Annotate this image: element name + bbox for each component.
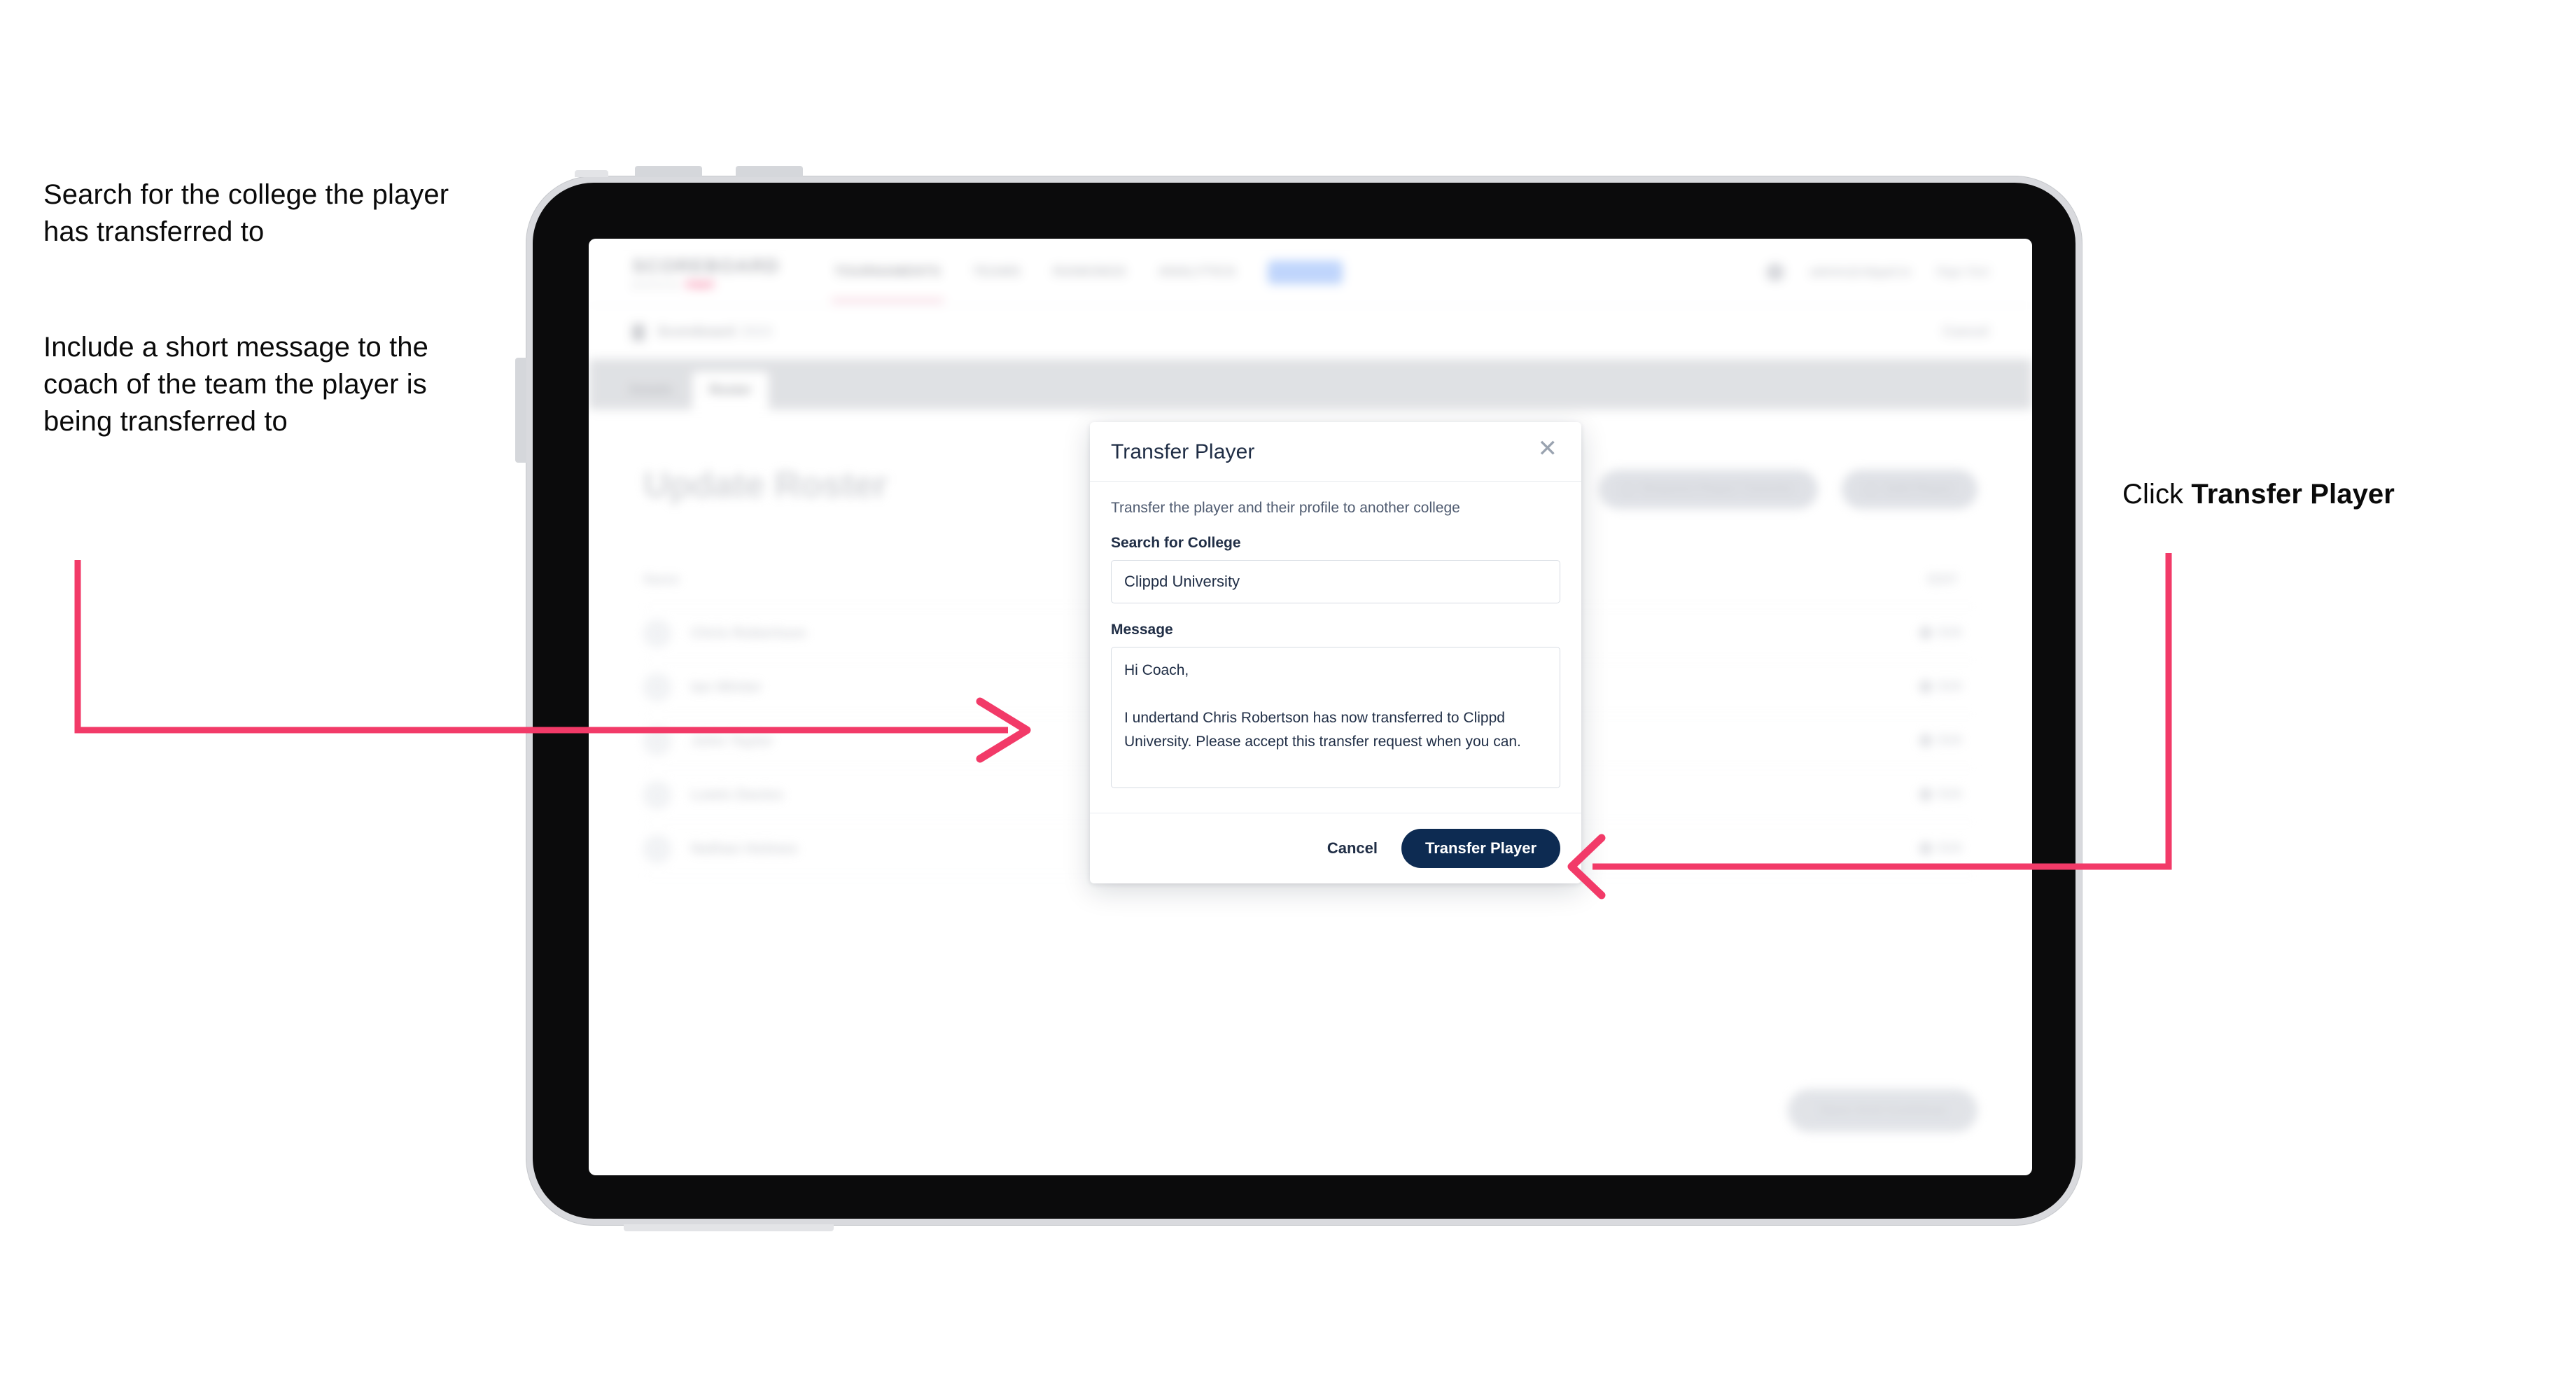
dialog-title: Transfer Player [1111,440,1255,463]
dialog-subtitle: Transfer the player and their profile to… [1111,500,1460,516]
cancel-button[interactable]: Cancel [1327,839,1378,858]
device-mic [575,170,608,177]
annotation-search-college: Search for the college the player has tr… [43,179,449,247]
dialog-footer: Cancel Transfer Player [1090,813,1581,883]
power-button[interactable] [515,358,526,463]
volume-up-button[interactable] [635,166,702,177]
dialog-header: Transfer Player ✕ [1090,422,1581,482]
close-icon[interactable]: ✕ [1535,437,1561,463]
tablet-device-frame: SCOREBOARD powered by clippd TOURNAMENTS… [515,166,2082,1231]
college-field-label: Search for College [1111,535,1241,551]
college-search-input[interactable] [1111,560,1560,603]
tablet-screen: SCOREBOARD powered by clippd TOURNAMENTS… [589,239,2032,1175]
screenshot-stage: SCOREBOARD powered by clippd TOURNAMENTS… [0,0,2576,1386]
annotation-click-transfer-player: Click Transfer Player [2122,476,2556,513]
field-spacer [1111,603,1560,622]
transfer-player-submit-button[interactable]: Transfer Player [1401,829,1560,868]
annotation-include-message: Include a short message to the coach of … [43,332,428,437]
annotation-prefix: Click [2122,479,2192,510]
modal-layer: Transfer Player ✕ Transfer the player an… [589,239,2032,1175]
message-field-label: Message [1111,622,1173,638]
transfer-player-dialog: Transfer Player ✕ Transfer the player an… [1090,422,1581,883]
volume-down-button[interactable] [736,166,803,177]
device-speaker [624,1224,834,1231]
message-textarea[interactable] [1111,647,1560,788]
annotation-bold: Transfer Player [2191,479,2395,510]
dialog-body: Transfer the player and their profile to… [1090,482,1581,813]
